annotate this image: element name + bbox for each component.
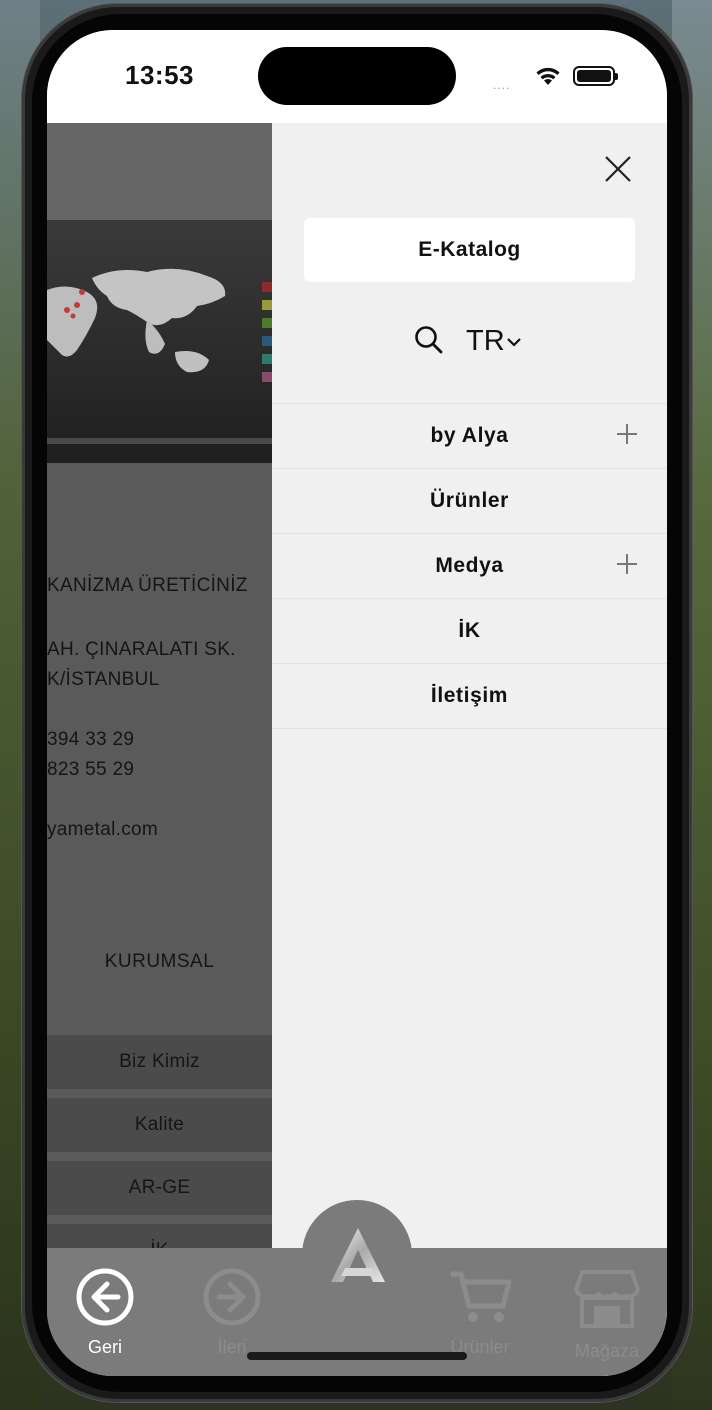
tab-ileri[interactable]: İleri [192, 1268, 272, 1358]
search-icon[interactable] [414, 325, 444, 355]
arrow-left-circle-icon [76, 1268, 134, 1326]
side-menu-drawer: E-Katalog TR by Alya Ürünler Medya İK İl… [272, 123, 667, 1376]
cellular-signal-icon: .... [493, 78, 511, 92]
tab-geri[interactable]: Geri [65, 1268, 145, 1358]
phone-number: 394 33 29 [47, 729, 135, 750]
e-katalog-button[interactable]: E-Katalog [304, 218, 635, 282]
link-ar-ge: AR-GE [47, 1161, 272, 1215]
tab-magaza[interactable]: Mağaza [567, 1268, 647, 1362]
menu-item-by-alya[interactable]: by Alya [272, 404, 667, 469]
alya-logo-icon[interactable] [323, 1220, 393, 1290]
page-header-area [47, 123, 272, 220]
world-map-graphic [47, 268, 226, 373]
tab-label: Geri [87, 1337, 122, 1357]
home-indicator [247, 1352, 467, 1360]
menu-item-label: İletişim [430, 684, 509, 707]
battery-icon [573, 66, 618, 86]
menu-item-ik[interactable]: İK [272, 599, 667, 664]
language-label: TR [466, 325, 505, 357]
tab-label: Mağaza [574, 1341, 640, 1361]
background-page: KANİZMA ÜRETİCİNİZ AH. ÇINARALATI SK. K/… [47, 123, 272, 1376]
menu-item-label: İK [458, 619, 481, 642]
main-menu: by Alya Ürünler Medya İK İletişim [272, 403, 667, 729]
website-link: yametal.com [47, 819, 159, 840]
section-heading-kurumsal: KURUMSAL [104, 951, 215, 972]
wifi-icon [536, 67, 560, 85]
plus-icon[interactable] [617, 554, 637, 574]
link-biz-kimiz: Biz Kimiz [47, 1035, 272, 1089]
dynamic-island [258, 47, 456, 105]
close-icon[interactable] [602, 153, 634, 185]
menu-item-label: Medya [435, 554, 504, 577]
cart-icon [451, 1271, 512, 1322]
menu-item-medya[interactable]: Medya [272, 534, 667, 599]
phone-number: 823 55 29 [47, 759, 135, 780]
language-selector[interactable]: TR [466, 325, 521, 358]
arrow-right-circle-icon [203, 1268, 261, 1326]
status-time: 13:53 [125, 60, 194, 90]
address-line: KANİZMA ÜRETİCİNİZ [47, 575, 248, 596]
tab-urunler[interactable]: Ürünler [440, 1268, 520, 1358]
chevron-down-icon [506, 337, 521, 347]
menu-item-label: Ürünler [430, 489, 509, 512]
menu-item-label: by Alya [430, 424, 509, 447]
menu-item-iletisim[interactable]: İletişim [272, 664, 667, 729]
link-kalite: Kalite [47, 1098, 272, 1152]
menu-item-urunler[interactable]: Ürünler [272, 469, 667, 534]
plus-icon[interactable] [617, 424, 637, 444]
screen: 13:53 .... KANİZMA ÜRETİCİNİZ AH. ÇINARA… [47, 30, 667, 1376]
status-bar: 13:53 .... [47, 30, 667, 123]
address-line: AH. ÇINARALATI SK. [47, 639, 236, 660]
address-line: K/İSTANBUL [47, 669, 160, 690]
store-icon [574, 1270, 640, 1328]
world-map-image [47, 220, 272, 463]
